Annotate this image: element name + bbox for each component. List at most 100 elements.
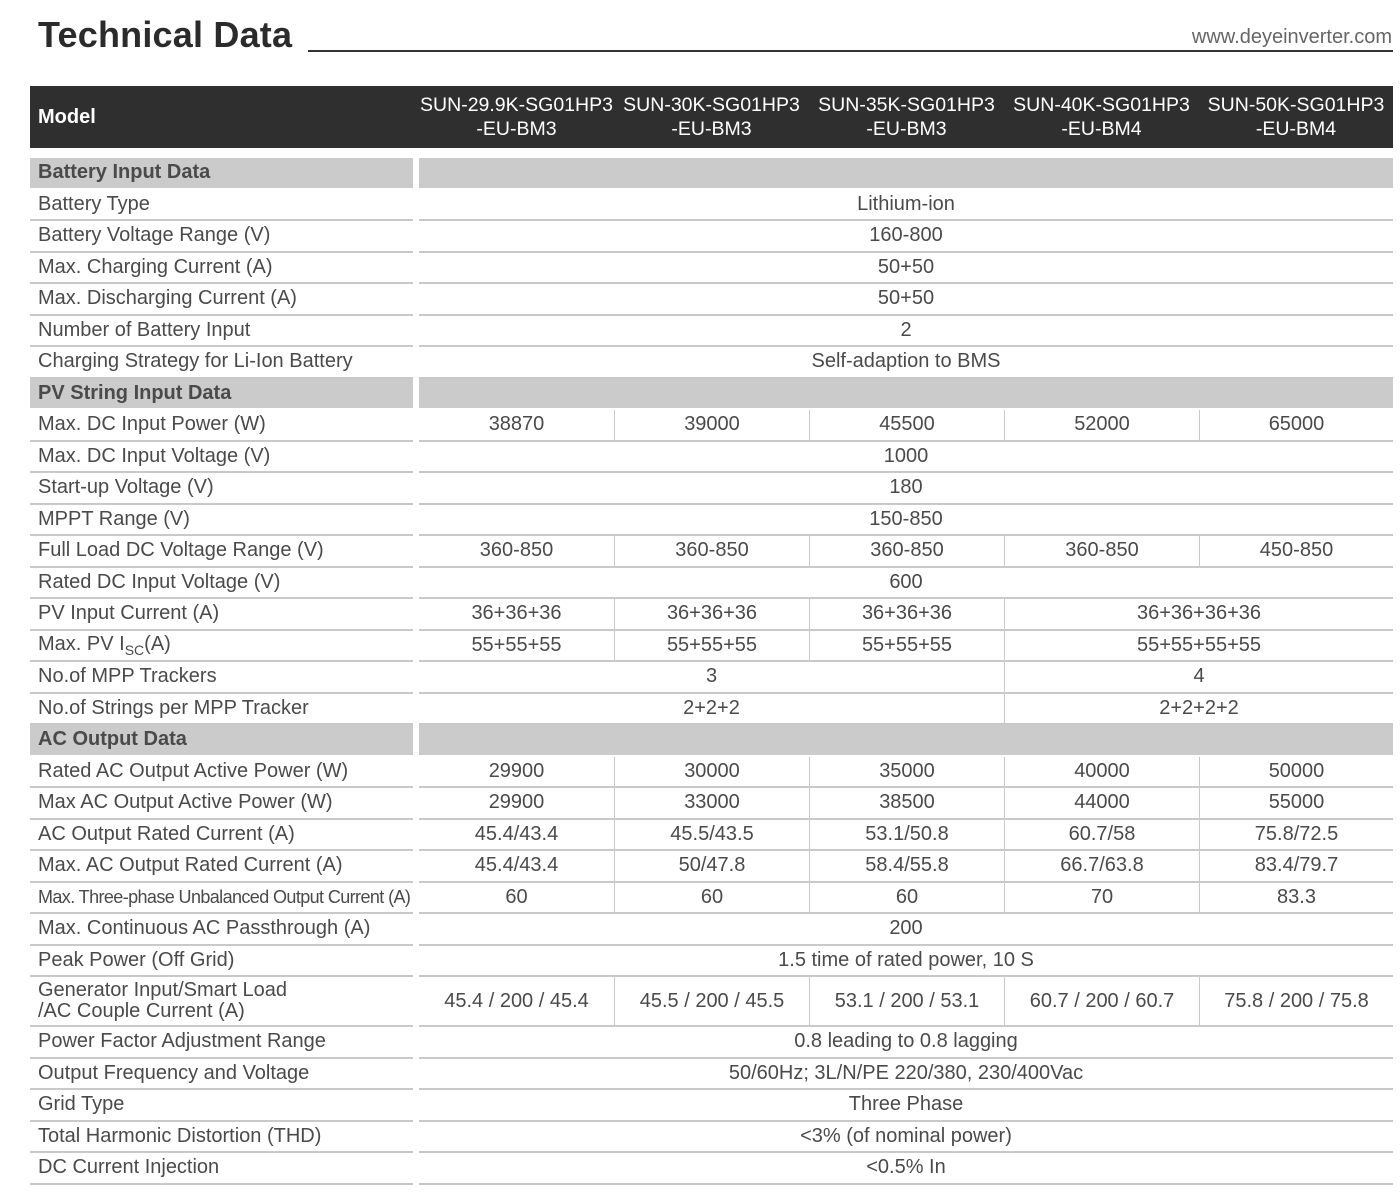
model-name-line1: SUN-35K-SG01HP3 <box>818 94 995 116</box>
table-row: Max. Discharging Current (A) 50+50 <box>30 284 1393 316</box>
row-label: MPPT Range (V) <box>30 505 413 536</box>
row-label: Max AC Output Active Power (W) <box>30 788 413 820</box>
row-label: Full Load DC Voltage Range (V) <box>30 536 413 568</box>
table-row: Max. DC Input Voltage (V) 1000 <box>30 442 1393 473</box>
row-value: 45.4/43.4 <box>419 820 614 851</box>
row-label: Grid Type <box>30 1090 413 1122</box>
table-row: PV Input Current (A) 36+36+36 36+36+36 3… <box>30 599 1393 631</box>
row-value: 2 <box>419 316 1393 347</box>
section-title: Battery Input Data <box>30 158 413 190</box>
row-value: 55000 <box>1199 788 1393 820</box>
row-label-unit: (A) <box>144 632 171 655</box>
row-value: 53.1/50.8 <box>809 819 1004 851</box>
row-value: 2+2+2 <box>419 694 1004 725</box>
table-row: Start-up Voltage (V) 180 <box>30 473 1393 505</box>
section-pv-input: PV String Input Data <box>30 378 1393 410</box>
row-value: 75.8 / 200 / 75.8 <box>1199 977 1393 1027</box>
row-label: Number of Battery Input <box>30 316 413 347</box>
table-row: Max. Continuous AC Passthrough (A) 200 <box>30 914 1393 946</box>
row-label: Power Factor Adjustment Range <box>30 1027 413 1059</box>
table-row: Total Harmonic Distortion (THD) <3% (of … <box>30 1122 1393 1153</box>
model-name: SUN-50K-SG01HP3 -EU-BM4 <box>1199 86 1393 148</box>
table-row: Max AC Output Active Power (W) 29900 330… <box>30 788 1393 820</box>
row-value: 50000 <box>1199 756 1393 788</box>
row-value: Three Phase <box>419 1090 1393 1122</box>
row-value: 36+36+36+36 <box>1004 599 1393 631</box>
table-row: Battery Type Lithium-ion <box>30 190 1393 221</box>
row-value: 1000 <box>419 442 1393 473</box>
table-row: No.of Strings per MPP Tracker 2+2+2 2+2+… <box>30 693 1393 725</box>
section-title: PV String Input Data <box>30 378 413 410</box>
model-name-line1: SUN-50K-SG01HP3 <box>1207 94 1385 116</box>
page-title: Technical Data <box>38 14 293 55</box>
row-label: Max. Discharging Current (A) <box>30 284 413 316</box>
row-value: 360-850 <box>809 536 1004 568</box>
row-label-main: Max. PV I <box>38 632 125 655</box>
table-row: Charging Strategy for Li-Ion Battery Sel… <box>30 347 1393 379</box>
row-value: 60 <box>419 883 614 914</box>
row-label: Peak Power (Off Grid) <box>30 946 413 977</box>
row-value: 70 <box>1004 882 1199 914</box>
row-value: 29900 <box>419 757 614 788</box>
section-battery-input: Battery Input Data <box>30 158 1393 190</box>
row-label: Max. DC Input Power (W) <box>30 410 413 442</box>
table-row: Max. Charging Current (A) 50+50 <box>30 253 1393 284</box>
table-row: AC Output Rated Current (A) 45.4/43.4 45… <box>30 819 1393 851</box>
row-value: 29900 <box>419 788 614 820</box>
row-value: 180 <box>419 473 1393 505</box>
row-label: Battery Type <box>30 190 413 221</box>
table-row: Max. PV ISC(A) 55+55+55 55+55+55 55+55+5… <box>30 630 1393 662</box>
row-label: Output Frequency and Voltage <box>30 1059 413 1090</box>
model-label: Model <box>30 86 413 148</box>
section-title: AC Output Data <box>30 725 413 757</box>
row-value: 55+55+55 <box>614 630 809 662</box>
row-value: 65000 <box>1199 410 1393 442</box>
row-value: 160-800 <box>419 221 1393 253</box>
row-value: 50/60Hz; 3L/N/PE 220/380, 230/400Vac <box>419 1059 1393 1090</box>
row-value: 360-850 <box>419 536 614 568</box>
row-label: Max. AC Output Rated Current (A) <box>30 851 413 883</box>
table-row: Full Load DC Voltage Range (V) 360-850 3… <box>30 536 1393 568</box>
row-value: 30000 <box>614 756 809 788</box>
model-name-line2: -EU-BM3 <box>476 118 557 140</box>
row-value: 45.5 / 200 / 45.5 <box>614 977 809 1027</box>
row-value: 2+2+2+2 <box>1004 693 1393 725</box>
row-value: 55+55+55+55 <box>1004 630 1393 662</box>
row-value: 45.5/43.5 <box>614 819 809 851</box>
row-label: No.of MPP Trackers <box>30 662 413 694</box>
row-value: 38870 <box>419 410 614 442</box>
website-url[interactable]: www.deyeinverter.com <box>1192 26 1392 49</box>
row-value: <0.5% In <box>419 1153 1393 1185</box>
row-label-line1: Generator Input/Smart Load <box>38 979 288 1001</box>
row-label: DC Current Injection <box>30 1153 413 1185</box>
row-value: Self-adaption to BMS <box>419 347 1393 379</box>
row-value: 58.4/55.8 <box>809 851 1004 883</box>
row-label: Charging Strategy for Li-Ion Battery <box>30 347 413 379</box>
row-value: 36+36+36 <box>614 599 809 631</box>
row-label: Start-up Voltage (V) <box>30 473 413 505</box>
row-label-sub: SC <box>124 641 145 658</box>
row-value: 150-850 <box>419 505 1393 536</box>
model-name-line2: -EU-BM4 <box>1255 118 1337 140</box>
model-name: SUN-29.9K-SG01HP3 -EU-BM3 <box>419 86 614 148</box>
row-value: 4 <box>1004 662 1393 694</box>
row-label: AC Output Rated Current (A) <box>30 820 413 851</box>
model-name-line2: -EU-BM3 <box>671 118 752 140</box>
row-label: Rated DC Input Voltage (V) <box>30 568 413 599</box>
table-row: MPPT Range (V) 150-850 <box>30 505 1393 536</box>
row-value: 360-850 <box>1004 536 1199 568</box>
section-fill <box>419 725 1393 757</box>
table-row: Peak Power (Off Grid) 1.5 time of rated … <box>30 946 1393 977</box>
row-value: 200 <box>419 914 1393 946</box>
table-row: Generator Input/Smart Load/AC Couple Cur… <box>30 977 1393 1027</box>
row-label: Max. Three-phase Unbalanced Output Curre… <box>30 883 413 914</box>
row-value: 36+36+36 <box>419 599 614 631</box>
model-name: SUN-35K-SG01HP3 -EU-BM3 <box>809 86 1004 148</box>
row-value: 66.7/63.8 <box>1004 851 1199 883</box>
row-value: 38500 <box>809 788 1004 820</box>
row-value: 60.7 / 200 / 60.7 <box>1004 977 1199 1027</box>
row-value: 44000 <box>1004 788 1199 820</box>
model-name: SUN-30K-SG01HP3 -EU-BM3 <box>614 86 809 148</box>
model-name-line1: SUN-29.9K-SG01HP3 <box>420 94 613 116</box>
table-row: Number of Battery Input 2 <box>30 316 1393 347</box>
